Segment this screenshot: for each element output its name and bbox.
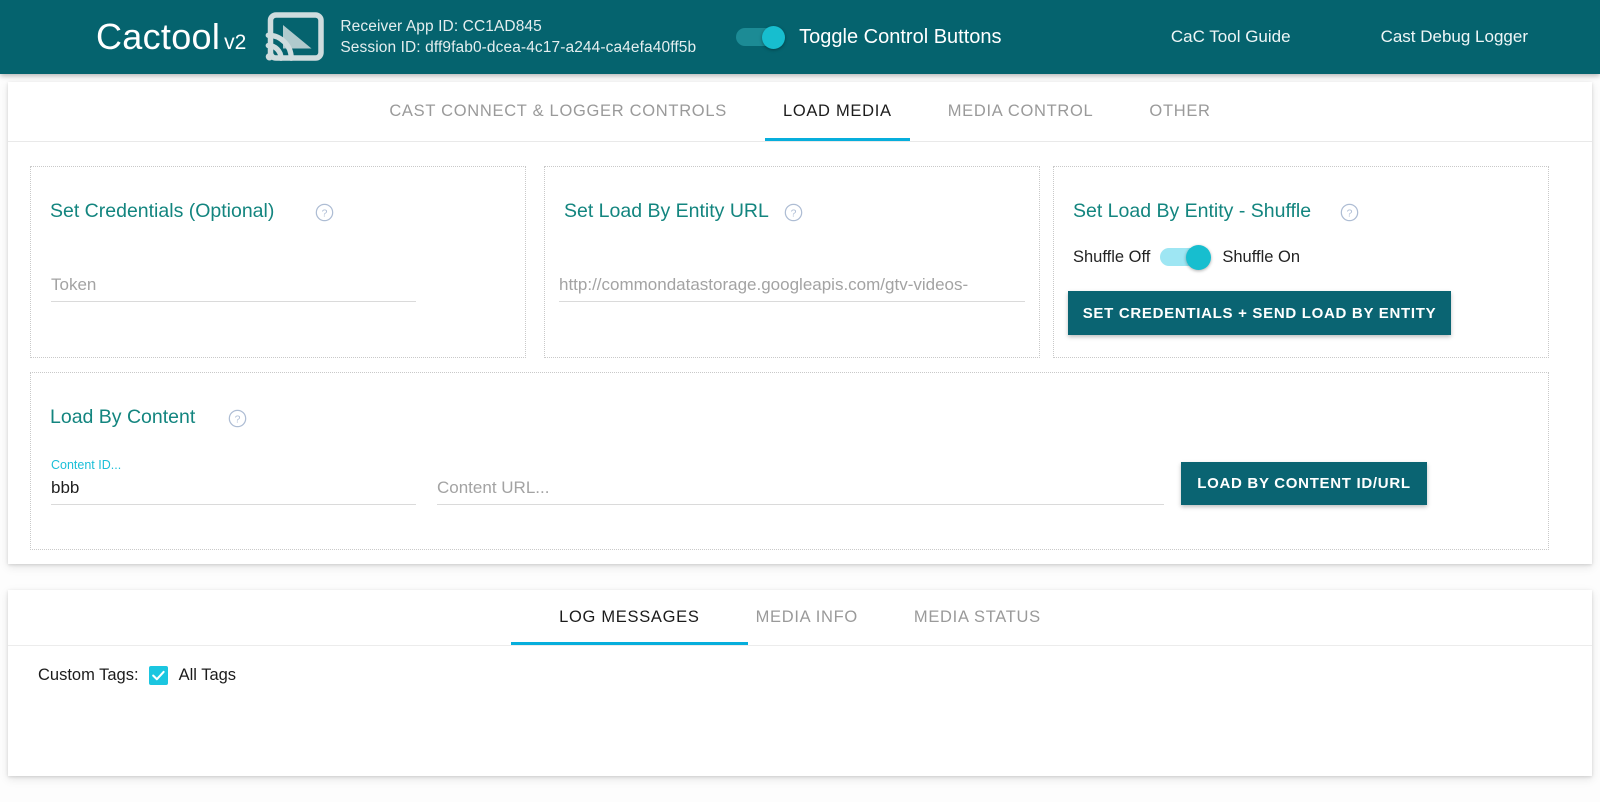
content-id-input[interactable] xyxy=(51,478,416,505)
load-by-content-id-url-button[interactable]: LOAD BY CONTENT ID/URL xyxy=(1181,462,1427,505)
log-tabs: LOG MESSAGES MEDIA INFO MEDIA STATUS xyxy=(8,590,1592,646)
panel-title-set-credentials: Set Credentials (Optional) xyxy=(50,200,274,223)
tab-load-media[interactable]: LOAD MEDIA xyxy=(783,82,892,141)
main-content-card: CAST CONNECT & LOGGER CONTROLS LOAD MEDI… xyxy=(8,82,1592,564)
help-circle-icon[interactable]: ? xyxy=(784,203,803,222)
cast-icon xyxy=(264,12,326,62)
set-credentials-send-load-by-entity-button[interactable]: SET CREDENTIALS + SEND LOAD BY ENTITY xyxy=(1068,291,1451,335)
link-cast-debug-logger[interactable]: Cast Debug Logger xyxy=(1381,27,1528,47)
content-url-input[interactable] xyxy=(437,478,1164,505)
shuffle-off-label: Shuffle Off xyxy=(1073,248,1150,267)
shuffle-toggle-group[interactable]: Shuffle Off Shuffle On xyxy=(1073,245,1300,269)
help-circle-icon[interactable]: ? xyxy=(228,409,247,428)
panel-set-load-by-entity-shuffle: Set Load By Entity - Shuffle ? Shuffle O… xyxy=(1053,166,1549,358)
switch-thumb[interactable] xyxy=(762,26,785,49)
tab-media-control[interactable]: MEDIA CONTROL xyxy=(948,82,1094,141)
app-header: Cactool v2 Receiver App ID: CC1AD845 Ses… xyxy=(0,0,1600,74)
entity-url-input[interactable] xyxy=(559,275,1025,302)
tab-media-info[interactable]: MEDIA INFO xyxy=(756,590,858,645)
panel-set-credentials: Set Credentials (Optional) ? xyxy=(30,166,526,358)
token-input[interactable] xyxy=(51,275,416,302)
custom-tags-row: Custom Tags: All Tags xyxy=(38,666,236,685)
toggle-control-buttons-group[interactable]: Toggle Control Buttons xyxy=(736,26,1001,49)
link-cac-tool-guide[interactable]: CaC Tool Guide xyxy=(1171,27,1291,47)
panel-title-load-by-content: Load By Content xyxy=(50,406,195,429)
content-id-floating-label: Content ID... xyxy=(51,458,121,472)
svg-text:?: ? xyxy=(235,414,241,425)
tab-log-messages[interactable]: LOG MESSAGES xyxy=(559,590,699,645)
panel-title-set-load-by-entity-shuffle: Set Load By Entity - Shuffle xyxy=(1073,200,1311,223)
tab-cast-connect-logger-controls[interactable]: CAST CONNECT & LOGGER CONTROLS xyxy=(389,82,727,141)
brand-name: Cactool xyxy=(96,19,220,55)
panel-load-by-content: Load By Content ? Content ID... LOAD BY … xyxy=(30,372,1549,550)
header-links: CaC Tool Guide Cast Debug Logger xyxy=(1081,27,1600,47)
toggle-control-buttons-switch[interactable] xyxy=(736,26,786,48)
panel-title-set-load-by-entity-url: Set Load By Entity URL xyxy=(564,200,769,223)
session-id: Session ID: dff9fab0-dcea-4c17-a244-ca4e… xyxy=(340,37,696,58)
svg-text:?: ? xyxy=(322,208,328,219)
main-tabs: CAST CONNECT & LOGGER CONTROLS LOAD MEDI… xyxy=(8,82,1592,142)
check-icon xyxy=(151,668,166,683)
session-info: Receiver App ID: CC1AD845 Session ID: df… xyxy=(340,16,696,58)
shuffle-switch[interactable] xyxy=(1160,245,1212,269)
log-card: LOG MESSAGES MEDIA INFO MEDIA STATUS Cus… xyxy=(8,590,1592,776)
receiver-app-id: Receiver App ID: CC1AD845 xyxy=(340,16,696,37)
all-tags-checkbox[interactable] xyxy=(149,666,168,685)
custom-tags-label: Custom Tags: xyxy=(38,666,139,685)
toggle-control-buttons-label: Toggle Control Buttons xyxy=(799,26,1001,49)
switch-thumb[interactable] xyxy=(1186,245,1211,270)
tab-media-status[interactable]: MEDIA STATUS xyxy=(914,590,1041,645)
app-root: Cactool v2 Receiver App ID: CC1AD845 Ses… xyxy=(0,0,1600,802)
tab-other[interactable]: OTHER xyxy=(1149,82,1210,141)
all-tags-label: All Tags xyxy=(179,666,236,685)
help-circle-icon[interactable]: ? xyxy=(315,203,334,222)
panel-set-load-by-entity-url: Set Load By Entity URL ? xyxy=(544,166,1040,358)
svg-text:?: ? xyxy=(1347,208,1353,219)
svg-text:?: ? xyxy=(791,208,797,219)
brand-logo: Cactool v2 xyxy=(96,19,246,55)
help-circle-icon[interactable]: ? xyxy=(1340,203,1359,222)
shuffle-on-label: Shuffle On xyxy=(1222,248,1300,267)
brand-version: v2 xyxy=(224,32,246,53)
